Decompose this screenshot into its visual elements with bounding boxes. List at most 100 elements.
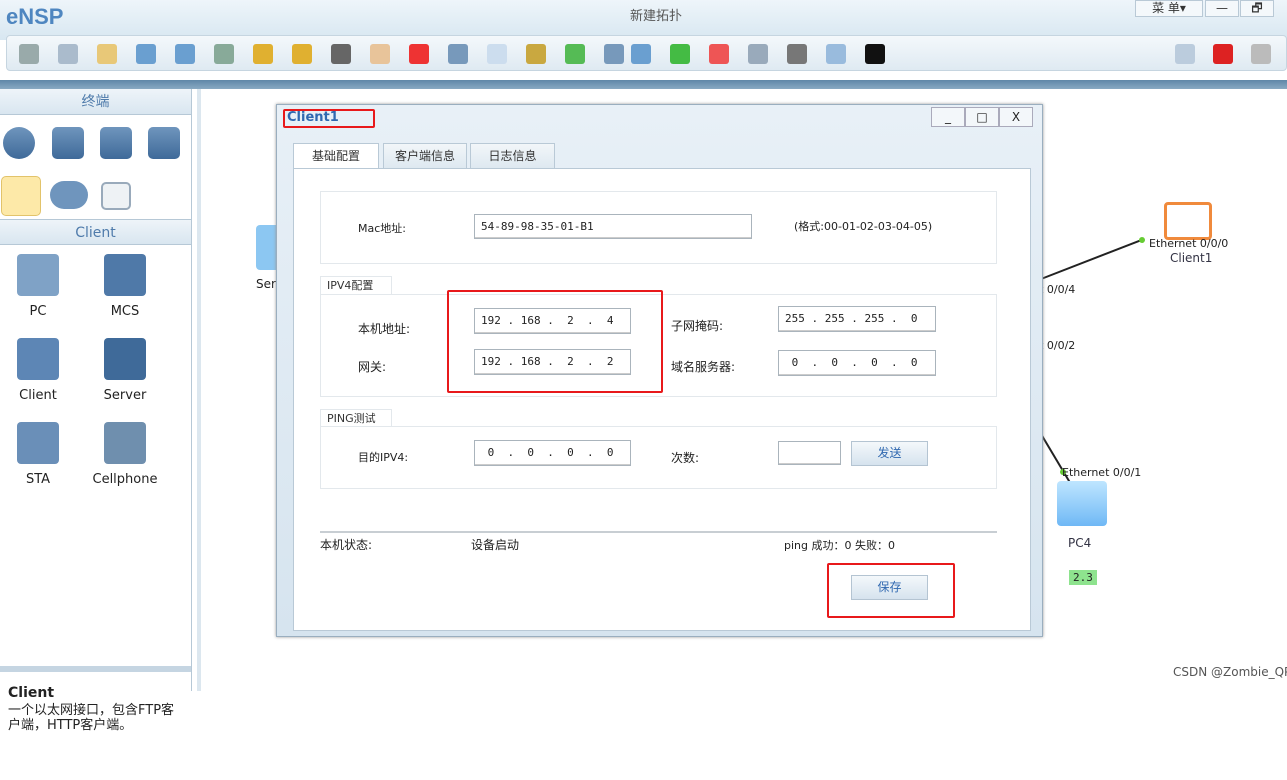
server-icon xyxy=(104,338,146,380)
rectangle-icon[interactable] xyxy=(526,44,546,64)
dns-label: 域名服务器: xyxy=(671,360,736,374)
delete-icon[interactable] xyxy=(409,44,429,64)
status-value: 设备启动 xyxy=(471,538,520,552)
device-client[interactable]: Client xyxy=(0,338,78,403)
terminal-icon[interactable] xyxy=(1,176,41,216)
tab-log-info[interactable]: 日志信息 xyxy=(470,143,555,169)
other-device-icon[interactable] xyxy=(101,182,131,210)
sta-icon xyxy=(17,422,59,464)
gateway-label: 网关: xyxy=(358,360,387,374)
router-icon[interactable] xyxy=(3,127,35,159)
title-bar: eNSP 新建拓扑 菜 单▾ — 🗗 xyxy=(0,0,1287,40)
pc-icon xyxy=(17,254,59,296)
save-button[interactable]: 保存 xyxy=(851,575,928,600)
stop-icon[interactable] xyxy=(709,44,729,64)
client-icon xyxy=(17,338,59,380)
text-icon[interactable] xyxy=(487,44,507,64)
subnet-mask-input[interactable]: 255 . 255 . 255 . 0 xyxy=(778,306,936,332)
console-icon[interactable] xyxy=(865,44,885,64)
pan-icon[interactable] xyxy=(370,44,390,64)
dialog-close-button[interactable]: X xyxy=(999,107,1033,127)
divider xyxy=(0,80,1287,89)
save-icon[interactable] xyxy=(136,44,156,64)
separator xyxy=(320,531,997,533)
window-title: 新建拓扑 xyxy=(630,9,683,24)
grid-icon[interactable] xyxy=(826,44,846,64)
port-label: Ethernet 0/0/1 xyxy=(1062,466,1142,479)
mac-label: Mac地址: xyxy=(358,222,406,235)
pc4-label: PC4 xyxy=(1068,536,1092,550)
dns-input[interactable]: 0 . 0 . 0 . 0 xyxy=(778,350,936,376)
pc4-icon[interactable] xyxy=(1057,481,1107,526)
ipv4-group-title: IPV4配置 xyxy=(320,276,392,295)
menu-button[interactable]: 菜 单▾ xyxy=(1135,0,1203,17)
tab-basic-config[interactable]: 基础配置 xyxy=(293,143,379,170)
new-example-icon[interactable] xyxy=(58,44,78,64)
mac-format-hint: (格式:00-01-02-03-04-05) xyxy=(794,220,933,233)
category-header: Client xyxy=(0,219,191,245)
chat-icon[interactable] xyxy=(1175,44,1195,64)
count-input[interactable] xyxy=(778,441,841,465)
device-label: PC xyxy=(29,304,47,319)
dialog-maximize-button[interactable]: □ xyxy=(965,107,999,127)
dest-ip-input[interactable]: 0 . 0 . 0 . 0 xyxy=(474,440,631,466)
save-as-icon[interactable] xyxy=(175,44,195,64)
client1-http-icon[interactable] xyxy=(1164,202,1212,240)
delete-link-icon[interactable] xyxy=(448,44,468,64)
minimize-button[interactable]: — xyxy=(1205,0,1239,17)
device-mcs[interactable]: MCS xyxy=(85,254,165,319)
send-button[interactable]: 发送 xyxy=(851,441,928,466)
tab-client-info[interactable]: 客户端信息 xyxy=(383,143,467,169)
basic-config-panel: Mac地址: 54-89-98-35-01-B1 (格式:00-01-02-03… xyxy=(293,168,1031,631)
subnet-mask-label: 子网掩码: xyxy=(671,319,724,333)
huawei-icon[interactable] xyxy=(1213,44,1233,64)
device-pc[interactable]: PC xyxy=(0,254,78,319)
pc4-badge[interactable]: 2.3 xyxy=(1069,570,1097,585)
mac-input[interactable]: 54-89-98-35-01-B1 xyxy=(474,214,752,239)
open-icon[interactable] xyxy=(97,44,117,64)
count-label: 次数: xyxy=(671,451,700,465)
dialog-title: Client1 xyxy=(287,110,339,125)
server-label: Ser xyxy=(256,277,276,291)
device-label: STA xyxy=(25,472,51,487)
ip-label: 本机地址: xyxy=(358,322,411,336)
undo-icon[interactable] xyxy=(253,44,273,64)
app-logo: eNSP xyxy=(6,4,64,29)
port-indicator xyxy=(1139,237,1145,243)
device-sta[interactable]: STA xyxy=(0,422,78,487)
zoom-in-icon[interactable] xyxy=(565,44,585,64)
client1-dialog: Client1 _ □ X 基础配置 客户端信息 日志信息 Mac地址: 54-… xyxy=(276,104,1043,637)
device-cellphone[interactable]: Cellphone xyxy=(85,422,165,487)
print-icon[interactable] xyxy=(214,44,234,64)
topology-icon[interactable] xyxy=(787,44,807,64)
gateway-input[interactable]: 192 . 168 . 2 . 2 xyxy=(474,349,631,375)
device-label: MCS xyxy=(110,304,140,319)
ping-stats: ping 成功：0 失败：0 xyxy=(784,539,895,552)
capture-icon[interactable] xyxy=(748,44,768,64)
device-label: Cellphone xyxy=(92,472,158,487)
link-client1[interactable] xyxy=(1040,238,1145,280)
fit-icon[interactable] xyxy=(631,44,651,64)
dialog-minimize-button[interactable]: _ xyxy=(931,107,965,127)
start-icon[interactable] xyxy=(670,44,690,64)
device-server[interactable]: Server xyxy=(85,338,165,403)
device-description: Client 一个以太网接口，包含FTP客户端，HTTP客户端。 xyxy=(0,666,191,780)
wlan-icon[interactable] xyxy=(100,127,132,159)
port-label: Ethernet 0/0/0 xyxy=(1149,237,1229,250)
select-icon[interactable] xyxy=(331,44,351,64)
restore-button[interactable]: 🗗 xyxy=(1240,0,1274,17)
desc-text: 一个以太网接口，包含FTP客户端，HTTP客户端。 xyxy=(8,703,175,733)
settings-icon[interactable] xyxy=(1251,44,1271,64)
device-panel: 终端 Client PC MCS Client Server STA Cellphone … xyxy=(0,89,192,733)
cloud-icon[interactable] xyxy=(50,181,88,209)
ip-address-input[interactable]: 192 . 168 . 2 . 4 xyxy=(474,308,631,334)
zoom-out-icon[interactable] xyxy=(604,44,624,64)
status-label: 本机状态: xyxy=(320,538,373,552)
redo-icon[interactable] xyxy=(292,44,312,64)
switch-icon[interactable] xyxy=(52,127,84,159)
new-topology-icon[interactable] xyxy=(19,44,39,64)
client1-label: Client1 xyxy=(1170,251,1213,265)
desc-title: Client xyxy=(8,685,55,701)
firewall-icon[interactable] xyxy=(148,127,180,159)
mcs-icon xyxy=(104,254,146,296)
